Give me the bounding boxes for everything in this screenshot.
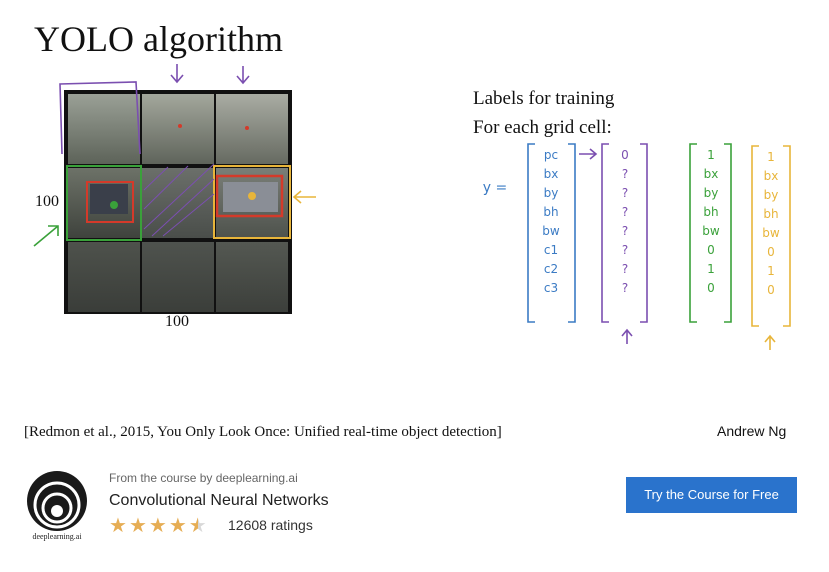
logo-mark (27, 471, 87, 531)
vector-entry: 0 (621, 148, 629, 162)
rating-stars: ★ ★ ★ ★ ★ (109, 515, 209, 537)
vector-entry: bx (703, 167, 719, 181)
vector-entry: ? (621, 167, 629, 181)
course-footer: deeplearning.ai From the course by deepl… (0, 455, 829, 572)
vector-entry: by (703, 186, 719, 200)
vector-entry: 1 (707, 262, 715, 276)
label-vector-generic: pc bx by bh bw c1 c2 c3 (530, 146, 572, 298)
vector-entry: 0 (767, 283, 775, 297)
citation: [Redmon et al., 2015, You Only Look Once… (24, 424, 502, 440)
vector-entry: bh (543, 205, 559, 219)
logo-text: deeplearning.ai (32, 532, 82, 541)
vector-entry: pc (543, 148, 559, 162)
vector-entry: ? (621, 243, 629, 257)
lecture-slide: YOLO algorithm 100 100 Labels for traini… (18, 4, 798, 444)
labels-heading: Labels for training For each grid cell: (473, 84, 614, 142)
arrow-down-icon (170, 64, 184, 84)
vector-entry: ? (621, 224, 629, 238)
star-icon: ★ (168, 515, 187, 537)
vector-entry: bx (543, 167, 559, 181)
vector-entry: 1 (707, 148, 715, 162)
vector-entry: 0 (767, 245, 775, 259)
author-name: Andrew Ng (717, 423, 787, 439)
y-label: y = (482, 180, 508, 196)
arrow-right-icon (579, 148, 598, 160)
handwritten-annotations (33, 64, 791, 350)
course-title[interactable]: Convolutional Neural Networks (109, 492, 329, 510)
label-vector-yellow-cell: 1 bx by bh bw 0 1 0 (755, 148, 787, 300)
vector-entry: bw (542, 224, 560, 238)
vector-entry: 0 (707, 243, 715, 257)
deeplearning-ai-logo-icon[interactable]: deeplearning.ai (26, 470, 88, 546)
vector-entry: bh (763, 207, 779, 221)
midpoint-dot (248, 192, 256, 200)
car-left (90, 184, 128, 214)
arrow-down-icon (236, 66, 250, 85)
arrow-icon (33, 225, 59, 247)
vector-entry: by (543, 186, 559, 200)
vector-entry: 0 (707, 281, 715, 295)
vector-entry: c3 (543, 281, 559, 295)
vector-entry: 1 (767, 150, 775, 164)
star-icon: ★ (188, 515, 207, 537)
vector-entry: bw (702, 224, 720, 238)
labels-heading-line2: For each grid cell: (473, 117, 612, 138)
arrow-icon (292, 190, 316, 204)
hatch-marks (143, 163, 215, 237)
star-icon: ★ (109, 515, 127, 537)
vector-entry: bx (763, 169, 779, 183)
vector-entry: ? (621, 205, 629, 219)
vector-entry: bw (762, 226, 780, 240)
vector-entry: by (763, 188, 779, 202)
star-icon: ★ (128, 515, 147, 537)
midpoint-dot (110, 201, 118, 209)
arrow-up-icon (621, 328, 633, 344)
try-course-button[interactable]: Try the Course for Free (626, 477, 797, 513)
vector-entry: 1 (767, 264, 775, 278)
star-icon: ★ (148, 515, 167, 537)
course-provider[interactable]: From the course by deeplearning.ai (109, 471, 298, 485)
label-vector-green-cell: 1 bx by bh bw 0 1 0 (693, 146, 729, 298)
vector-entry: ? (621, 262, 629, 276)
vector-entry: ? (621, 186, 629, 200)
vector-entry: bh (703, 205, 719, 219)
midpoint-dot (178, 124, 182, 128)
ratings-count: 12608 ratings (228, 517, 313, 533)
vector-entry: c1 (543, 243, 559, 257)
labels-heading-line1: Labels for training (473, 88, 615, 109)
vector-entry: ? (621, 281, 629, 295)
midpoint-dot (245, 126, 249, 130)
vector-entry: c2 (543, 262, 559, 276)
label-vector-empty-cell: 0??????? (606, 146, 644, 298)
purple-cell-outline (59, 81, 141, 155)
arrow-up-icon (764, 334, 776, 350)
